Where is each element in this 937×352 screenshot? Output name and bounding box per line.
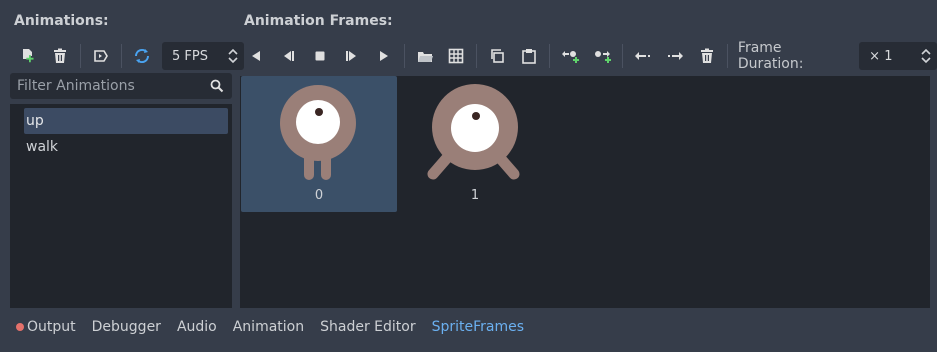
animation-frames-header: Animation Frames:: [244, 13, 393, 29]
search-icon: [210, 79, 224, 93]
frame-index-label: 0: [314, 188, 324, 203]
delete-animation-button[interactable]: [47, 43, 73, 69]
creature-up-sprite: [280, 85, 356, 180]
move-right-icon: [668, 52, 684, 60]
filter-animations-input[interactable]: Filter Animations: [10, 73, 232, 99]
creature-walk-sprite: [427, 84, 520, 180]
animation-list: up walk: [10, 104, 232, 308]
insert-after-icon: [595, 51, 612, 63]
insert-empty-before-button[interactable]: [557, 43, 583, 69]
frame-duration-spinbox[interactable]: × 1: [859, 42, 937, 70]
play-start-icon: [345, 51, 356, 61]
tab-shader-editor[interactable]: Shader Editor: [320, 319, 415, 335]
bottom-panel-tabs: Output Debugger Audio Animation Shader E…: [0, 312, 937, 342]
tab-output[interactable]: Output: [16, 319, 76, 335]
move-frame-left-button[interactable]: [630, 43, 656, 69]
folder-icon: [417, 52, 433, 62]
frame-duration-value: × 1: [869, 48, 893, 64]
trash-icon: [54, 48, 66, 63]
play-from-start-button[interactable]: [339, 43, 365, 69]
error-dot-icon: [16, 323, 24, 331]
add-frame-from-file-button[interactable]: [412, 43, 438, 69]
paste-icon: [522, 49, 537, 64]
frames-panel: 0 1: [240, 76, 930, 308]
trash-icon: [700, 48, 713, 63]
spin-arrows-icon[interactable]: [228, 48, 238, 64]
tab-output-label: Output: [27, 319, 76, 335]
copy-icon: [491, 49, 505, 63]
spin-arrows-icon[interactable]: [921, 48, 931, 64]
add-frames-from-sheet-button[interactable]: [444, 43, 470, 69]
move-frame-right-button[interactable]: [662, 43, 688, 69]
animation-item-walk[interactable]: walk: [10, 134, 232, 160]
animations-toolbar: 5 FPS: [12, 40, 244, 72]
grid-icon: [449, 48, 464, 64]
autoplay-icon: [94, 50, 108, 62]
tab-spriteframes[interactable]: SpriteFrames: [432, 319, 524, 335]
frames-toolbar: Frame Duration: × 1: [240, 40, 937, 72]
move-left-icon: [635, 52, 651, 60]
loop-toggle-button[interactable]: [129, 43, 155, 69]
new-file-icon: [23, 49, 34, 63]
play-button[interactable]: [371, 43, 397, 69]
play-backwards-from-start-button[interactable]: [275, 43, 301, 69]
delete-frame-button[interactable]: [694, 43, 720, 69]
stop-icon: [315, 51, 325, 61]
animations-header: Animations:: [14, 13, 109, 29]
play-backwards-button[interactable]: [243, 43, 269, 69]
tab-animation[interactable]: Animation: [233, 319, 304, 335]
play-backwards-start-icon: [283, 51, 294, 61]
insert-before-icon: [562, 51, 580, 63]
frame-item-1[interactable]: 1: [397, 76, 553, 212]
loop-icon: [134, 48, 150, 64]
frame-duration-label: Frame Duration:: [737, 40, 804, 72]
insert-empty-after-button[interactable]: [589, 43, 615, 69]
paste-frame-button[interactable]: [516, 43, 542, 69]
frame-item-0[interactable]: 0: [241, 76, 397, 212]
tab-debugger[interactable]: Debugger: [92, 319, 161, 335]
fps-value: 5 FPS: [172, 48, 208, 64]
fps-spinbox[interactable]: 5 FPS: [162, 42, 244, 70]
animation-item-up[interactable]: up: [24, 108, 228, 134]
autoplay-on-load-button[interactable]: [88, 43, 114, 69]
tab-audio[interactable]: Audio: [177, 319, 217, 335]
frame-index-label: 1: [470, 188, 480, 203]
new-animation-button[interactable]: [15, 43, 41, 69]
play-icon: [379, 51, 388, 61]
copy-frame-button[interactable]: [484, 43, 510, 69]
stop-button[interactable]: [307, 43, 333, 69]
filter-placeholder: Filter Animations: [17, 78, 135, 94]
play-backwards-icon: [251, 51, 260, 61]
